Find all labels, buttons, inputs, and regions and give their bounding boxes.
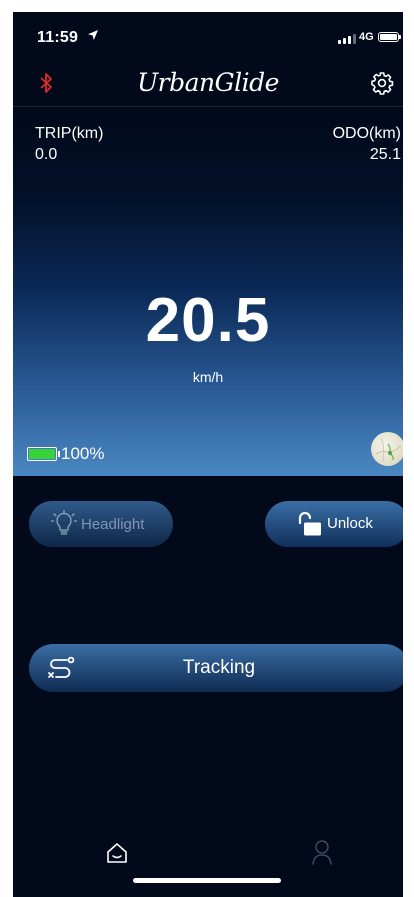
headlight-label: Headlight [81, 515, 145, 533]
status-battery-icon [378, 32, 401, 42]
unlock-icon [298, 511, 321, 536]
lightbulb-icon [51, 510, 77, 535]
odo-value: 25.1 [369, 146, 401, 163]
odo-stat: ODO(km) 25.1 [281, 123, 401, 165]
location-arrow-icon [88, 30, 98, 40]
trip-value: 0.0 [35, 146, 58, 163]
status-time: 11:59 [37, 29, 79, 46]
tracking-label: Tracking [182, 657, 256, 678]
status-bar: 11:59 4G [13, 12, 403, 56]
app-header: UrbanGlide [13, 66, 403, 106]
route-icon [48, 656, 75, 678]
gear-icon[interactable] [370, 71, 394, 95]
unlock-button[interactable]: Unlock [265, 501, 403, 547]
home-indicator[interactable] [133, 878, 281, 883]
battery-indicator: 100% [27, 444, 104, 464]
speed-value: 20.5 [145, 286, 271, 355]
trip-label: TRIP(km) [35, 125, 104, 142]
unlock-label: Unlock [327, 515, 373, 532]
app-title: UrbanGlide [137, 68, 279, 97]
trip-stat: TRIP(km) 0.0 [35, 123, 103, 165]
home-icon[interactable] [106, 842, 128, 864]
phone-screen: 11:59 4G UrbanGlide TRIP(km) 0.0 ODO(km)… [13, 12, 403, 897]
user-icon[interactable] [310, 839, 334, 865]
signal-icon [338, 34, 356, 44]
map-button[interactable] [371, 432, 403, 466]
headlight-button[interactable]: Headlight [29, 501, 173, 547]
map-icon [375, 437, 402, 463]
network-type: 4G [359, 31, 374, 43]
battery-icon [27, 447, 60, 461]
speed-unit: km/h [192, 369, 224, 385]
dashboard-panel: TRIP(km) 0.0 ODO(km) 25.1 20.5 km/h 100% [13, 107, 403, 476]
odo-label: ODO(km) [332, 125, 401, 142]
battery-percent: 100% [61, 444, 105, 463]
tracking-button[interactable]: Tracking [29, 644, 403, 692]
